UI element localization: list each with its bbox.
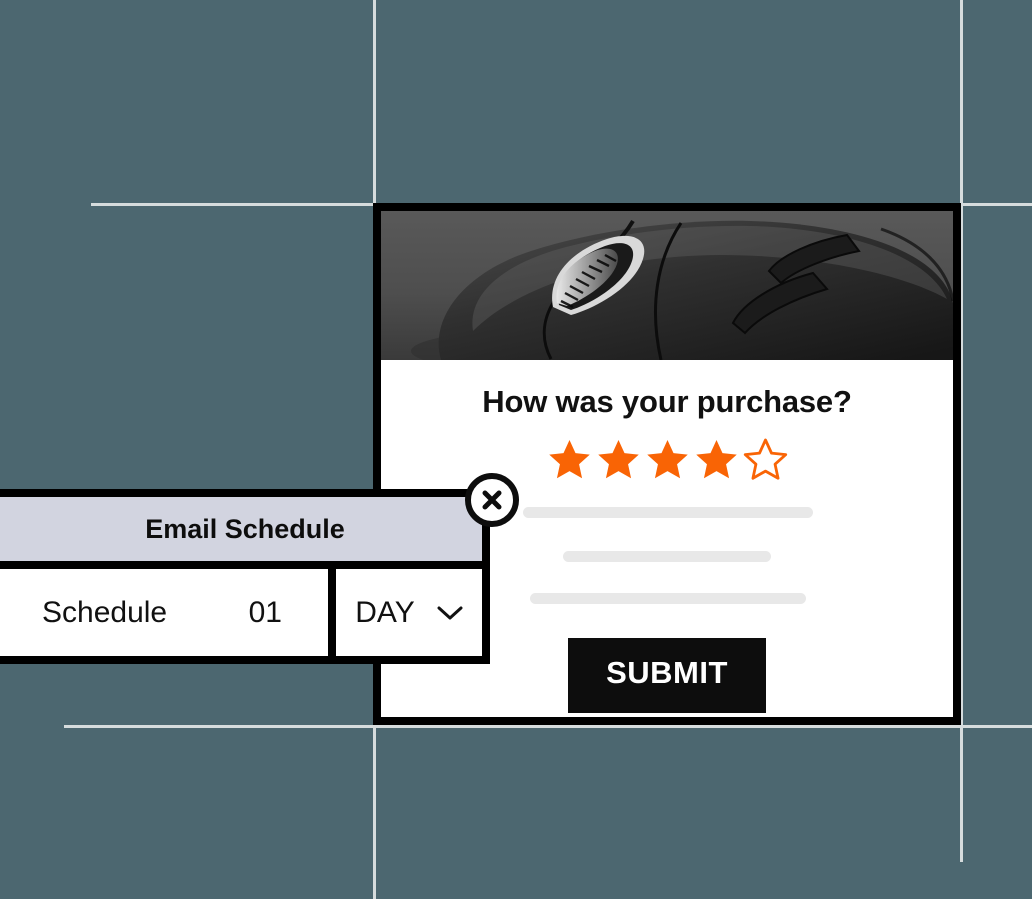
star-icon[interactable] [694, 437, 739, 482]
schedule-field-label: Schedule [42, 595, 168, 629]
schedule-input[interactable]: Schedule 01 [0, 569, 328, 656]
email-schedule-title: Email Schedule [0, 497, 482, 561]
placeholder-bar [563, 551, 771, 562]
schedule-row: Schedule 01 DAY [0, 561, 482, 656]
star-rating[interactable] [381, 437, 953, 482]
star-icon[interactable] [596, 437, 641, 482]
placeholder-bar [523, 507, 813, 518]
schedule-unit-select[interactable]: DAY [328, 569, 482, 656]
placeholder-bar [530, 593, 806, 604]
product-photo [381, 211, 953, 360]
mockup-canvas: How was your purchase? SUBMIT Email Sche… [0, 0, 1032, 899]
guide-line-horizontal-bottom [64, 725, 1032, 728]
chevron-down-icon [437, 606, 463, 619]
star-icon[interactable] [645, 437, 690, 482]
schedule-field-value: 01 [248, 595, 282, 629]
schedule-unit-value: DAY [355, 595, 415, 629]
submit-button[interactable]: SUBMIT [568, 638, 766, 713]
page-title: How was your purchase? [482, 384, 852, 419]
email-schedule-panel: Email Schedule Schedule 01 DAY [0, 489, 490, 664]
star-icon-empty[interactable] [743, 437, 788, 482]
close-icon [482, 490, 502, 510]
close-button[interactable] [465, 473, 519, 527]
star-icon[interactable] [547, 437, 592, 482]
